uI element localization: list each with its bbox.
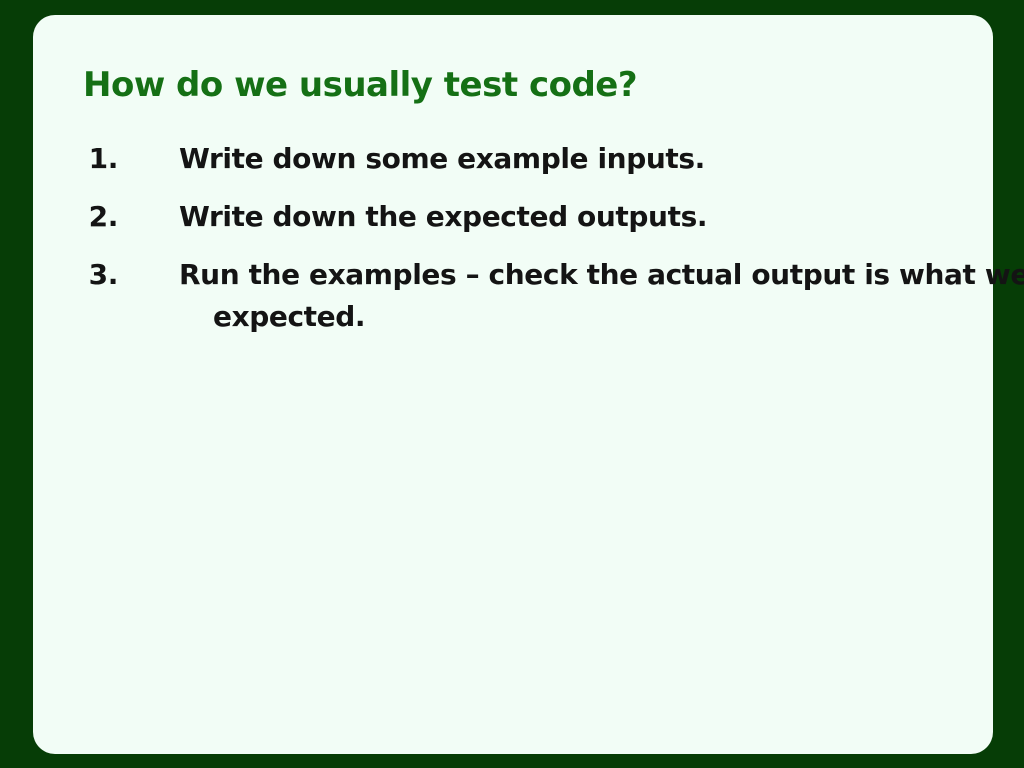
list-item-number: 2. — [88, 200, 119, 233]
slide-panel: How do we usually test code? 1. Write do… — [33, 15, 1024, 754]
list-item-continuation: expected. — [213, 300, 366, 333]
list-item-number: 3. — [88, 258, 119, 291]
list-item-text: Write down the expected outputs. — [179, 200, 708, 233]
slide-title: How do we usually test code? — [83, 65, 638, 105]
list-item-text: Write down some example inputs. — [179, 142, 705, 175]
list-item-number: 1. — [88, 142, 119, 175]
list-item-text: Run the examples – check the actual outp… — [179, 258, 1024, 291]
